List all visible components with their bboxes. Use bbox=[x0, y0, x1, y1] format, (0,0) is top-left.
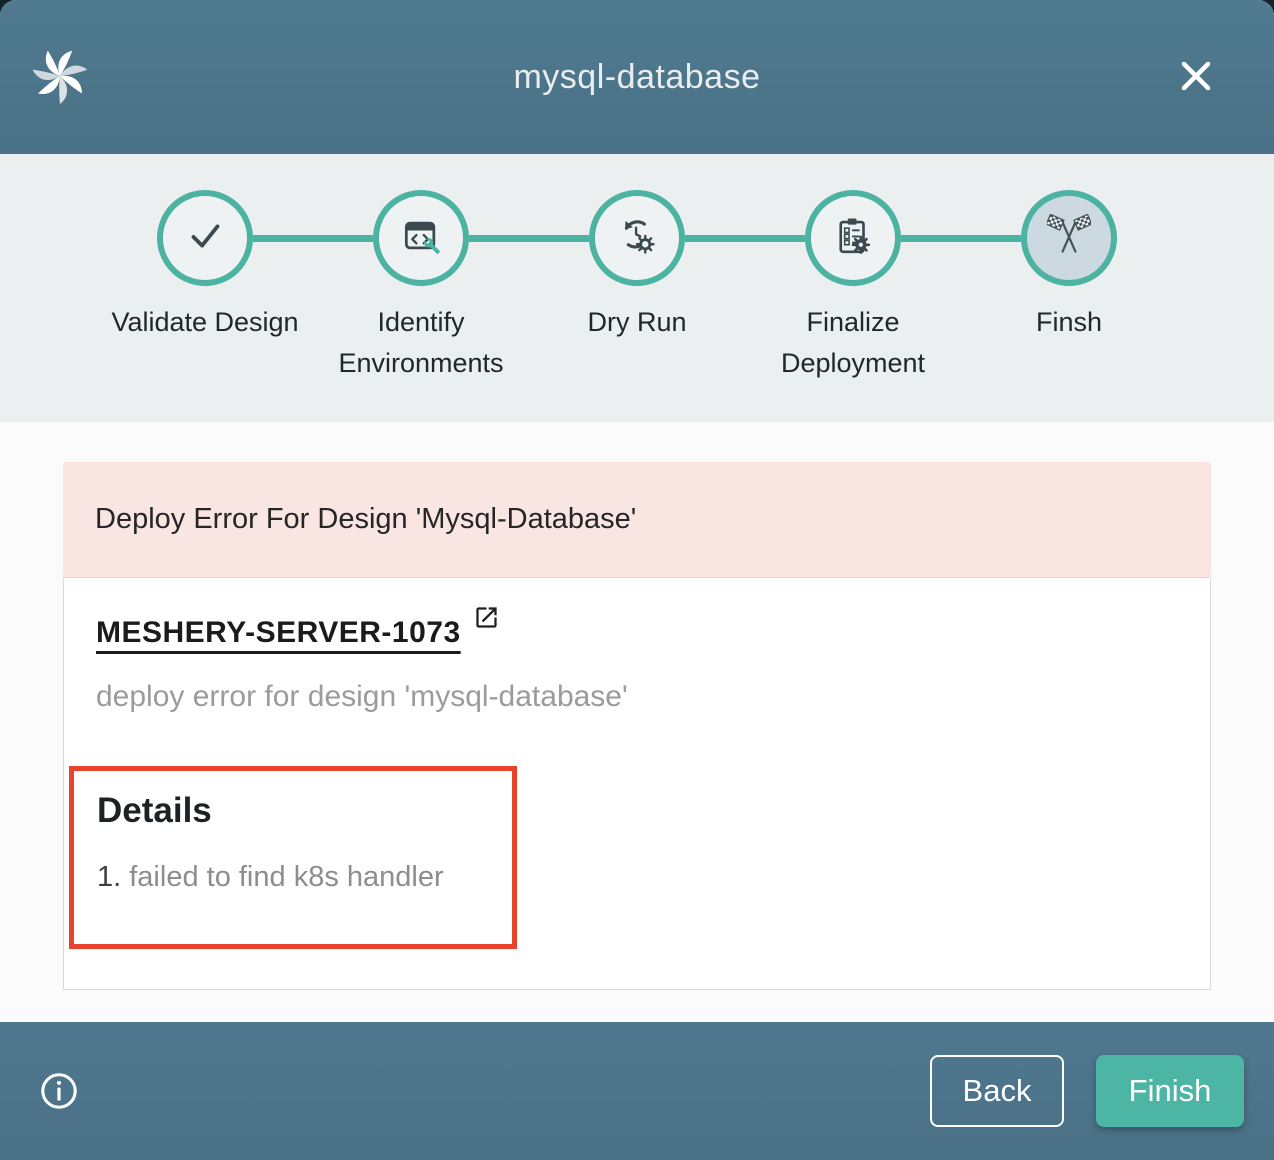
alert-title: Deploy Error For Design 'Mysql-Database' bbox=[95, 503, 636, 536]
checkered-flags-icon bbox=[1047, 214, 1091, 263]
meshery-logo-icon bbox=[30, 46, 90, 106]
external-link-icon[interactable] bbox=[473, 604, 500, 636]
step-label-finish: Finsh bbox=[961, 302, 1177, 384]
stepper-connector bbox=[253, 235, 373, 242]
stepper-connector bbox=[685, 235, 805, 242]
error-code-link[interactable]: MESHERY-SERVER-1073 bbox=[96, 616, 461, 650]
stepper-connector bbox=[901, 235, 1021, 242]
error-details-highlight-box: Details failed to find k8s handler bbox=[69, 766, 517, 949]
error-content-panel: MESHERY-SERVER-1073 deploy error for des… bbox=[63, 577, 1211, 990]
close-icon bbox=[1176, 84, 1216, 99]
stepper-circles bbox=[157, 190, 1117, 286]
step-finish[interactable] bbox=[1021, 190, 1117, 286]
info-icon bbox=[38, 1100, 80, 1115]
deploy-error-alert: Deploy Error For Design 'Mysql-Database' bbox=[63, 462, 1211, 577]
details-list: failed to find k8s handler bbox=[97, 861, 512, 894]
deployment-dialog: mysql-database bbox=[0, 0, 1274, 1160]
error-description: deploy error for design 'mysql-database' bbox=[96, 680, 1178, 714]
finish-button[interactable]: Finish bbox=[1096, 1055, 1244, 1127]
step-label-identify-environments: Identify Environments bbox=[313, 302, 529, 384]
stepper-connector bbox=[469, 235, 589, 242]
step-identify-environments[interactable] bbox=[373, 190, 469, 286]
dialog-title: mysql-database bbox=[0, 0, 1274, 154]
sync-gear-icon bbox=[615, 214, 659, 263]
dialog-body: Deploy Error For Design 'Mysql-Database'… bbox=[0, 422, 1274, 1022]
step-finalize-deployment[interactable] bbox=[805, 190, 901, 286]
clipboard-gear-icon bbox=[832, 215, 874, 262]
info-button[interactable] bbox=[38, 1070, 80, 1112]
dialog-header: mysql-database bbox=[0, 0, 1274, 154]
step-label-dry-run: Dry Run bbox=[529, 302, 745, 384]
code-wrench-icon bbox=[399, 214, 443, 263]
step-validate-design[interactable] bbox=[157, 190, 253, 286]
check-icon bbox=[182, 213, 228, 264]
stepper-labels: Validate Design Identify Environments Dr… bbox=[97, 302, 1177, 384]
dialog-footer: Back Finish bbox=[0, 1022, 1274, 1160]
step-dry-run[interactable] bbox=[589, 190, 685, 286]
deployment-stepper: Validate Design Identify Environments Dr… bbox=[0, 154, 1274, 422]
step-label-finalize-deployment: Finalize Deployment bbox=[745, 302, 961, 384]
back-button[interactable]: Back bbox=[930, 1055, 1064, 1127]
step-label-validate-design: Validate Design bbox=[97, 302, 313, 384]
details-item: failed to find k8s handler bbox=[97, 861, 512, 894]
details-title: Details bbox=[97, 791, 512, 831]
close-button[interactable] bbox=[1174, 54, 1218, 98]
